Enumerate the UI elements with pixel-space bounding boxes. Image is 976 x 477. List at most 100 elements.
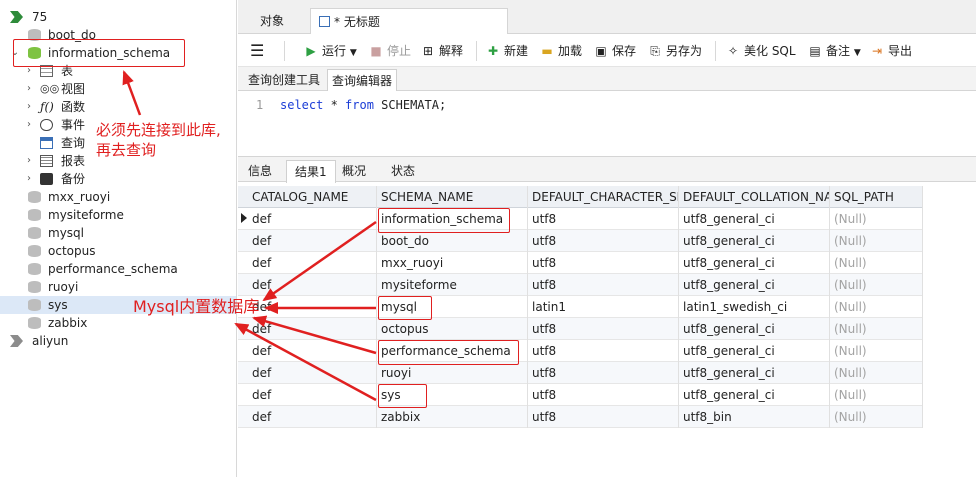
export-button[interactable]: ⇥ 导出 [870, 42, 912, 60]
table-cell[interactable]: utf8 [528, 340, 679, 362]
table-cell[interactable]: (Null) [830, 406, 923, 428]
tree-child-backups[interactable]: › 备份 [0, 170, 236, 188]
table-cell[interactable]: utf8 [528, 406, 679, 428]
tree-connection-75[interactable]: 75 [0, 8, 236, 26]
table-cell[interactable]: utf8_general_ci [679, 384, 830, 406]
tree-child-functions[interactable]: › ƒ() 函数 [0, 98, 236, 116]
tab-query-editor[interactable]: 查询编辑器 [327, 69, 398, 91]
save-as-button[interactable]: ⎘ 另存为 [648, 42, 702, 60]
table-cell[interactable]: latin1_swedish_ci [679, 296, 830, 318]
table-cell[interactable]: latin1 [528, 296, 679, 318]
table-row[interactable]: def ruoyi utf8 utf8_general_ci (Null) [238, 362, 923, 384]
table-cell[interactable]: def [248, 274, 377, 296]
tree-db-performance-schema[interactable]: performance_schema [0, 260, 236, 278]
table-cell[interactable]: def [248, 318, 377, 340]
column-header[interactable]: DEFAULT_CHARACTER_SE [528, 186, 679, 208]
table-cell[interactable]: utf8 [528, 230, 679, 252]
table-row[interactable]: def information_schema utf8 utf8_general_ci… [238, 208, 923, 230]
table-row[interactable]: def performance_schema utf8 utf8_general_ci… [238, 340, 923, 362]
beautify-sql-button[interactable]: ✧ 美化 SQL [726, 42, 796, 60]
table-cell[interactable]: (Null) [830, 252, 923, 274]
table-cell[interactable]: (Null) [830, 296, 923, 318]
run-button[interactable]: ▶ 运行 ▼ [304, 42, 356, 60]
table-cell[interactable]: mysiteforme [377, 274, 528, 296]
tab-info[interactable]: 信息 [240, 160, 280, 183]
table-cell[interactable]: def [248, 384, 377, 406]
table-cell[interactable]: (Null) [830, 230, 923, 252]
table-cell[interactable]: utf8_general_ci [679, 340, 830, 362]
tree-db-ruoyi[interactable]: ruoyi [0, 278, 236, 296]
table-cell[interactable]: def [248, 340, 377, 362]
export-label: 导出 [888, 44, 913, 58]
tree-db-mysiteforme[interactable]: mysiteforme [0, 206, 236, 224]
table-cell[interactable]: (Null) [830, 274, 923, 296]
table-row[interactable]: def zabbix utf8 utf8_bin (Null) [238, 406, 923, 428]
table-cell[interactable]: zabbix [377, 406, 528, 428]
tab-result1[interactable]: 结果1 [286, 160, 336, 183]
table-cell[interactable]: octopus [377, 318, 528, 340]
tab-status[interactable]: 状态 [383, 160, 423, 183]
menu-icon[interactable]: ☰ [250, 42, 264, 60]
table-cell[interactable]: utf8_bin [679, 406, 830, 428]
chevron-right-icon[interactable]: › [24, 152, 34, 170]
comment-button[interactable]: ▤ 备注 ▼ [808, 42, 860, 60]
table-cell[interactable]: ruoyi [377, 362, 528, 384]
new-button[interactable]: ✚ 新建 [486, 42, 528, 60]
column-header[interactable]: SQL_PATH [830, 186, 923, 208]
table-cell[interactable]: def [248, 208, 377, 230]
chevron-right-icon[interactable]: › [24, 80, 34, 98]
table-cell[interactable]: utf8 [528, 274, 679, 296]
table-cell[interactable]: def [248, 252, 377, 274]
table-cell[interactable]: (Null) [830, 362, 923, 384]
tree-db-mysql[interactable]: mysql [0, 224, 236, 242]
navicat-window: 75 boot_do ⌄ information_schema › 表 › ◎◎… [0, 0, 976, 477]
save-button[interactable]: ▣ 保存 [594, 42, 636, 60]
table-cell[interactable]: def [248, 230, 377, 252]
table-row[interactable]: def sys utf8 utf8_general_ci (Null) [238, 384, 923, 406]
table-cell[interactable]: def [248, 296, 377, 318]
table-cell[interactable]: utf8_general_ci [679, 318, 830, 340]
stop-button[interactable]: ■ 停止 [369, 42, 411, 60]
table-cell[interactable]: utf8_general_ci [679, 230, 830, 252]
explain-button[interactable]: ⊞ 解释 [421, 42, 463, 60]
table-cell[interactable]: utf8 [528, 252, 679, 274]
table-cell[interactable]: utf8 [528, 362, 679, 384]
tab-objects[interactable]: 对象 [252, 8, 292, 34]
table-row[interactable]: def mxx_ruoyi utf8 utf8_general_ci (Null) [238, 252, 923, 274]
tree-child-views[interactable]: › ◎◎ 视图 [0, 80, 236, 98]
table-cell[interactable]: utf8 [528, 384, 679, 406]
chevron-right-icon[interactable]: › [24, 98, 34, 116]
table-cell[interactable]: (Null) [830, 318, 923, 340]
table-row[interactable]: def mysiteforme utf8 utf8_general_ci (Null) [238, 274, 923, 296]
table-cell[interactable]: boot_do [377, 230, 528, 252]
table-cell[interactable]: utf8_general_ci [679, 274, 830, 296]
table-cell[interactable]: def [248, 362, 377, 384]
table-cell[interactable]: utf8 [528, 208, 679, 230]
table-row[interactable]: def octopus utf8 utf8_general_ci (Null) [238, 318, 923, 340]
column-header[interactable]: CATALOG_NAME [248, 186, 377, 208]
load-button[interactable]: ▬ 加载 [540, 42, 582, 60]
tab-query[interactable]: * 无标题 @information_sche... [310, 8, 508, 55]
table-row[interactable]: def mysql latin1 latin1_swedish_ci (Null) [238, 296, 923, 318]
column-header[interactable]: DEFAULT_COLLATION_NA [679, 186, 830, 208]
annotation-line: 再去查询 [96, 141, 157, 159]
tree-connection-aliyun[interactable]: aliyun [0, 332, 236, 350]
sql-editor[interactable]: 1 select * from SCHEMATA; [238, 92, 976, 156]
table-row[interactable]: def boot_do utf8 utf8_general_ci (Null) [238, 230, 923, 252]
column-header[interactable]: SCHEMA_NAME [377, 186, 528, 208]
table-cell[interactable]: def [248, 406, 377, 428]
chevron-right-icon[interactable]: › [24, 116, 34, 134]
tab-overview[interactable]: 概况 [334, 160, 374, 183]
table-cell[interactable]: (Null) [830, 340, 923, 362]
table-cell[interactable]: utf8 [528, 318, 679, 340]
table-cell[interactable]: mxx_ruoyi [377, 252, 528, 274]
table-cell[interactable]: (Null) [830, 384, 923, 406]
chevron-right-icon[interactable]: › [24, 170, 34, 188]
tab-query-builder[interactable]: 查询创建工具 [244, 69, 324, 91]
table-cell[interactable]: utf8_general_ci [679, 362, 830, 384]
table-cell[interactable]: utf8_general_ci [679, 208, 830, 230]
tree-db-mxx-ruoyi[interactable]: mxx_ruoyi [0, 188, 236, 206]
table-cell[interactable]: utf8_general_ci [679, 252, 830, 274]
table-cell[interactable]: (Null) [830, 208, 923, 230]
tree-db-octopus[interactable]: octopus [0, 242, 236, 260]
